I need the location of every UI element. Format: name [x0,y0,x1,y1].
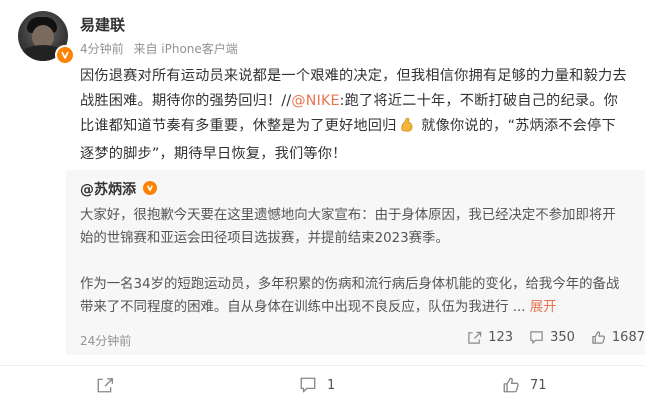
mention-link[interactable]: @NIKE [291,93,339,109]
retweet-paragraph-2: 作为一名34岁的短跑运动员，多年积累的伤病和流行病后身体机能的变化，给我今年的备… [80,273,628,319]
comment-icon [300,377,316,393]
retweet-comment-count: 350 [550,330,575,345]
retweet-box[interactable]: @苏炳添 大家好，很抱歉今天要在这里遗憾地向大家宣布：由于身体原因，我已经决定不… [66,170,645,355]
ellipsis: ... [508,300,530,315]
comment-button[interactable]: 1 [215,370,430,400]
retweet-text: 大家好，很抱歉今天要在这里遗憾地向大家宣布：由于身体原因，我已经决定不参加即将开… [80,204,628,319]
retweet-verified-badge-icon [143,181,157,195]
like-button[interactable]: 71 [430,370,645,400]
retweet-like-count: 1687 [611,330,645,345]
comment-icon [530,331,543,344]
retweet-time[interactable]: 24分钟前 [80,332,131,349]
retweet-stats: 123 350 1687 [467,330,645,345]
expand-link[interactable]: 展开 [530,300,557,315]
verified-badge-icon [55,45,75,65]
post-meta: 4分钟前 来自 iPhone客户端 [80,40,238,57]
action-bar: 1 71 [0,370,645,400]
share-button[interactable] [0,370,215,400]
retweet-author[interactable]: @苏炳添 [80,179,136,199]
post-source: 来自 iPhone客户端 [133,42,238,56]
like-icon [503,377,519,393]
like-icon [592,331,605,344]
retweet-comment-button[interactable]: 350 [529,330,575,345]
share-icon [97,378,113,393]
post-text: 因伤退赛对所有运动员来说都是一个艰难的决定，但我相信你拥有足够的力量和毅力去战胜… [80,64,630,167]
post-time[interactable]: 4分钟前 [80,42,124,56]
retweet-share-button[interactable]: 123 [467,330,513,345]
like-count: 71 [530,377,547,393]
retweet-like-button[interactable]: 1687 [591,330,645,345]
comment-count: 1 [327,377,336,393]
share-icon [468,331,482,344]
retweet-share-count: 123 [488,330,514,345]
flexed-biceps-emoji-icon [399,117,415,142]
author-name[interactable]: 易建联 [80,14,125,35]
weibo-card: 易建联 4分钟前 来自 iPhone客户端 因伤退赛对所有运动员来说都是一个艰难… [0,0,645,407]
divider [0,365,645,366]
retweet-paragraph-1: 大家好，很抱歉今天要在这里遗憾地向大家宣布：由于身体原因，我已经决定不参加即将开… [80,208,616,246]
